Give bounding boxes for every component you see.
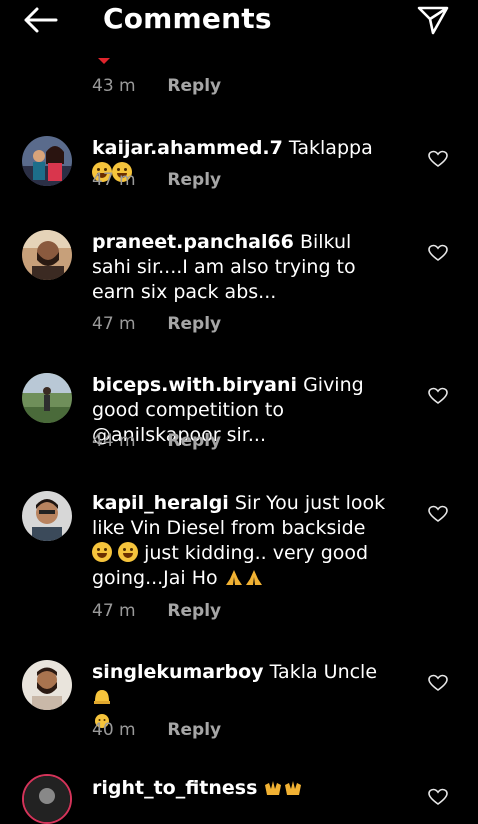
- heart-icon[interactable]: [428, 150, 448, 168]
- comment-meta: 47 m Reply: [92, 314, 221, 334]
- heart-icon[interactable]: [428, 788, 448, 806]
- heart-icon[interactable]: [428, 244, 448, 262]
- grinning-face-emoji-icon: [92, 542, 112, 562]
- page-title: Comments: [103, 2, 272, 35]
- avatar[interactable]: [22, 660, 72, 710]
- arrow-left-icon[interactable]: [22, 6, 58, 34]
- comment-time: 40 m: [92, 720, 136, 740]
- bald-emoji-icon: [94, 690, 110, 704]
- heart-icon[interactable]: [428, 387, 448, 405]
- avatar[interactable]: [22, 491, 72, 541]
- comment-username[interactable]: kapil_heralgi: [92, 492, 229, 514]
- comment-meta: 44 m Reply: [92, 431, 221, 451]
- folded-hands-emoji-icon: [225, 570, 242, 585]
- reply-button[interactable]: Reply: [167, 170, 221, 190]
- comment-username[interactable]: kaijar.ahammed.7: [92, 137, 283, 159]
- reply-button[interactable]: Reply: [167, 601, 221, 621]
- reply-button[interactable]: Reply: [167, 431, 221, 451]
- comment-meta: 43 m Reply: [92, 76, 221, 96]
- comment-time: 44 m: [92, 431, 136, 451]
- raising-hands-emoji-icon: [265, 781, 282, 795]
- comment-meta: 47 m Reply: [92, 170, 221, 190]
- avatar[interactable]: [22, 230, 72, 280]
- heart-icon[interactable]: [428, 505, 448, 523]
- comment-username[interactable]: right_to_fitness: [92, 777, 257, 799]
- comment-time: 47 m: [92, 601, 136, 621]
- comment-time: 47 m: [92, 314, 136, 334]
- comment-meta: 47 m Reply: [92, 601, 221, 621]
- comment-time: 43 m: [92, 76, 136, 96]
- avatar[interactable]: [22, 774, 72, 824]
- comment-username[interactable]: singlekumarboy: [92, 661, 264, 683]
- comment-text: kapil_heralgi Sir You just look like Vin…: [92, 491, 392, 591]
- top-bar: Comments: [0, 0, 478, 42]
- reply-button[interactable]: Reply: [167, 76, 221, 96]
- red-indicator: [98, 58, 110, 64]
- grinning-squinting-face-emoji-icon: [118, 542, 139, 562]
- folded-hands-emoji-icon: [245, 570, 262, 585]
- comment-time: 47 m: [92, 170, 136, 190]
- avatar[interactable]: [22, 373, 72, 423]
- reply-button[interactable]: Reply: [167, 314, 221, 334]
- reply-button[interactable]: Reply: [167, 720, 221, 740]
- comment-meta: 40 m Reply: [92, 720, 221, 740]
- paper-plane-icon[interactable]: [416, 5, 450, 35]
- raising-hands-emoji-icon: [285, 781, 302, 795]
- comment-username[interactable]: praneet.panchal66: [92, 231, 294, 253]
- comment-body: Takla Uncle: [269, 661, 378, 683]
- comment-body: Taklappa: [288, 137, 373, 159]
- comment-text: right_to_fitness: [92, 776, 392, 801]
- comment-text: praneet.panchal66 Bilkul sahi sir....I a…: [92, 230, 392, 305]
- comment-username[interactable]: biceps.with.biryani: [92, 374, 297, 396]
- avatar[interactable]: [22, 136, 72, 186]
- heart-icon[interactable]: [428, 674, 448, 692]
